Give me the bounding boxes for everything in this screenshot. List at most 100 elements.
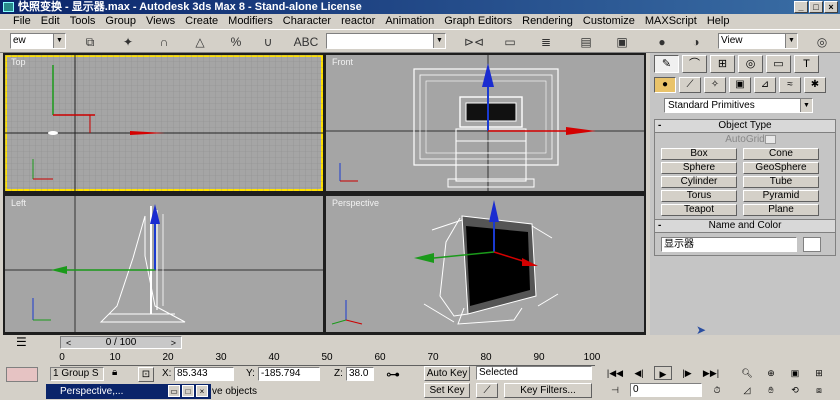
go-to-end-icon[interactable]: ▶▶| xyxy=(702,366,720,380)
walk-icon[interactable]: ✦ xyxy=(118,33,138,51)
menu-item-character[interactable]: Character xyxy=(278,14,336,29)
x-coordinate-field[interactable]: 85.343 xyxy=(174,367,234,381)
minimize-icon[interactable]: _ xyxy=(794,1,808,13)
quick-render-icon[interactable]: ◎ xyxy=(812,33,832,51)
sphere-button[interactable]: Sphere xyxy=(661,162,737,174)
systems-icon[interactable]: ✱ xyxy=(804,77,826,93)
app-icon[interactable] xyxy=(3,2,14,12)
lights-icon[interactable]: ✧ xyxy=(704,77,726,93)
object-color-swatch[interactable] xyxy=(803,237,821,252)
menu-item-maxscript[interactable]: MAXScript xyxy=(640,14,702,29)
percent-snap-icon[interactable]: % xyxy=(226,33,246,51)
key-filters-button[interactable]: Key Filters... xyxy=(504,383,592,398)
key-selection-dropdown[interactable]: Selected xyxy=(476,366,592,380)
left-viewport[interactable]: Left xyxy=(5,196,323,332)
menu-item-modifiers[interactable]: Modifiers xyxy=(223,14,278,29)
viewport-label-left[interactable]: Left xyxy=(11,198,26,208)
geometry-icon[interactable]: ● xyxy=(654,77,676,93)
geosphere-button[interactable]: GeoSphere xyxy=(743,162,819,174)
menu-item-create[interactable]: Create xyxy=(180,14,223,29)
time-slider-prev-icon[interactable]: < xyxy=(66,338,71,349)
previous-frame-icon[interactable]: ◀| xyxy=(630,366,648,380)
create-tab-icon[interactable]: ✎ xyxy=(654,55,679,73)
teapot-button[interactable]: Teapot xyxy=(661,204,737,216)
set-key-button[interactable]: Set Key xyxy=(424,383,470,398)
menu-item-tools[interactable]: Tools xyxy=(65,14,101,29)
menu-item-customize[interactable]: Customize xyxy=(578,14,640,29)
track-bar[interactable]: 0 10 20 30 40 50 60 70 80 90 100 xyxy=(59,352,600,366)
top-viewport[interactable]: Top xyxy=(5,55,323,191)
lock-selection-icon[interactable]: 🔒︎ xyxy=(112,367,117,378)
z-coordinate-field[interactable]: 38.0 xyxy=(346,367,374,381)
auto-key-button[interactable]: Auto Key xyxy=(424,366,470,381)
menu-item-views[interactable]: Views xyxy=(141,14,180,29)
front-viewport[interactable]: Front xyxy=(326,55,644,191)
maxscript-listener-swatch[interactable] xyxy=(6,367,38,382)
time-slider[interactable]: < 0 / 100 > xyxy=(60,336,182,349)
perspective-viewport[interactable]: Perspective xyxy=(326,196,644,332)
angle-snap-icon[interactable]: △ xyxy=(190,33,210,51)
key-mode-icon[interactable]: ⊶ xyxy=(386,366,400,383)
edit-named-selection-icon[interactable]: ABC xyxy=(294,33,319,51)
viewport-label-front[interactable]: Front xyxy=(332,57,353,67)
render-view-dropdown[interactable]: View ▼ xyxy=(718,33,798,49)
maximize-icon[interactable]: □ xyxy=(182,385,194,397)
schematic-view-icon[interactable]: ▣ xyxy=(612,33,632,51)
key-mode-toggle-icon[interactable]: ⊣ xyxy=(606,383,624,397)
minimized-window-taskbar[interactable]: Perspective,... ▭ □ × xyxy=(46,384,211,399)
menu-item-reactor[interactable]: reactor xyxy=(336,14,380,29)
primitive-category-dropdown[interactable]: Standard Primitives ▼ xyxy=(664,98,813,113)
pyramid-button[interactable]: Pyramid xyxy=(743,190,819,202)
curve-editor-icon[interactable]: ▤ xyxy=(576,33,596,51)
cone-button[interactable]: Cone xyxy=(743,148,819,160)
object-type-header[interactable]: - Object Type xyxy=(655,120,835,133)
time-slider-next-icon[interactable]: > xyxy=(171,338,176,349)
next-frame-icon[interactable]: |▶ xyxy=(678,366,696,380)
zoom-extents-all-icon[interactable]: ⊞ xyxy=(810,366,828,380)
cylinder-button[interactable]: Cylinder xyxy=(661,176,737,188)
shapes-icon[interactable]: ⟋ xyxy=(679,77,701,93)
render-scene-icon[interactable]: ◑ xyxy=(686,33,706,51)
helpers-icon[interactable]: ⊿ xyxy=(754,77,776,93)
time-configuration-icon[interactable]: ⏱︎ xyxy=(708,383,726,397)
tube-button[interactable]: Tube xyxy=(743,176,819,188)
hierarchy-tab-icon[interactable]: ⊞ xyxy=(710,55,735,73)
close-icon[interactable]: × xyxy=(824,1,838,13)
space-warps-icon[interactable]: ≈ xyxy=(779,77,801,93)
orbit-icon[interactable]: ⟲ xyxy=(786,383,804,397)
cameras-icon[interactable]: ▣ xyxy=(729,77,751,93)
utilities-tab-icon[interactable]: T xyxy=(794,55,819,73)
named-selection-dropdown[interactable]: ▼ xyxy=(326,33,446,49)
selection-filter-dropdown[interactable]: ew ▼ xyxy=(10,33,66,49)
modify-tab-icon[interactable]: ⌒ xyxy=(682,55,707,73)
object-name-field[interactable]: 显示器 xyxy=(661,237,797,252)
spinner-snap-icon[interactable]: ∪ xyxy=(258,33,278,51)
menu-item-animation[interactable]: Animation xyxy=(380,14,439,29)
y-coordinate-field[interactable]: -185.794 xyxy=(258,367,320,381)
name-and-color-header[interactable]: - Name and Color xyxy=(655,220,835,233)
zoom-all-icon[interactable]: ⊕ xyxy=(762,366,780,380)
field-of-view-icon[interactable]: ◿ xyxy=(738,383,756,397)
display-tab-icon[interactable]: ▭ xyxy=(766,55,791,73)
motion-tab-icon[interactable]: ◎ xyxy=(738,55,763,73)
current-frame-field[interactable]: 0 xyxy=(630,383,702,397)
select-by-name-icon[interactable]: ⧉ xyxy=(80,33,100,51)
snap-3d-icon[interactable]: ∩ xyxy=(154,33,174,51)
menu-item-rendering[interactable]: Rendering xyxy=(517,14,578,29)
menu-item-group[interactable]: Group xyxy=(100,14,141,29)
autogrid-checkbox[interactable] xyxy=(765,135,776,144)
torus-button[interactable]: Torus xyxy=(661,190,737,202)
go-to-start-icon[interactable]: |◀◀ xyxy=(606,366,624,380)
pan-icon[interactable]: ✋︎ xyxy=(762,383,780,397)
mirror-icon[interactable]: ⊳⊲ xyxy=(464,33,484,51)
menu-item-graph-editors[interactable]: Graph Editors xyxy=(439,14,517,29)
viewport-label-perspective[interactable]: Perspective xyxy=(332,198,379,208)
restore-icon[interactable]: ▭ xyxy=(168,385,180,397)
menu-item-help[interactable]: Help xyxy=(702,14,735,29)
menu-item-edit[interactable]: Edit xyxy=(36,14,65,29)
align-icon[interactable]: ▭ xyxy=(500,33,520,51)
track-bar-toggle-icon[interactable]: ☰ xyxy=(16,335,27,349)
plane-button[interactable]: Plane xyxy=(743,204,819,216)
zoom-icon[interactable]: 🔍︎ xyxy=(738,366,756,380)
material-editor-icon[interactable]: ● xyxy=(652,33,672,51)
